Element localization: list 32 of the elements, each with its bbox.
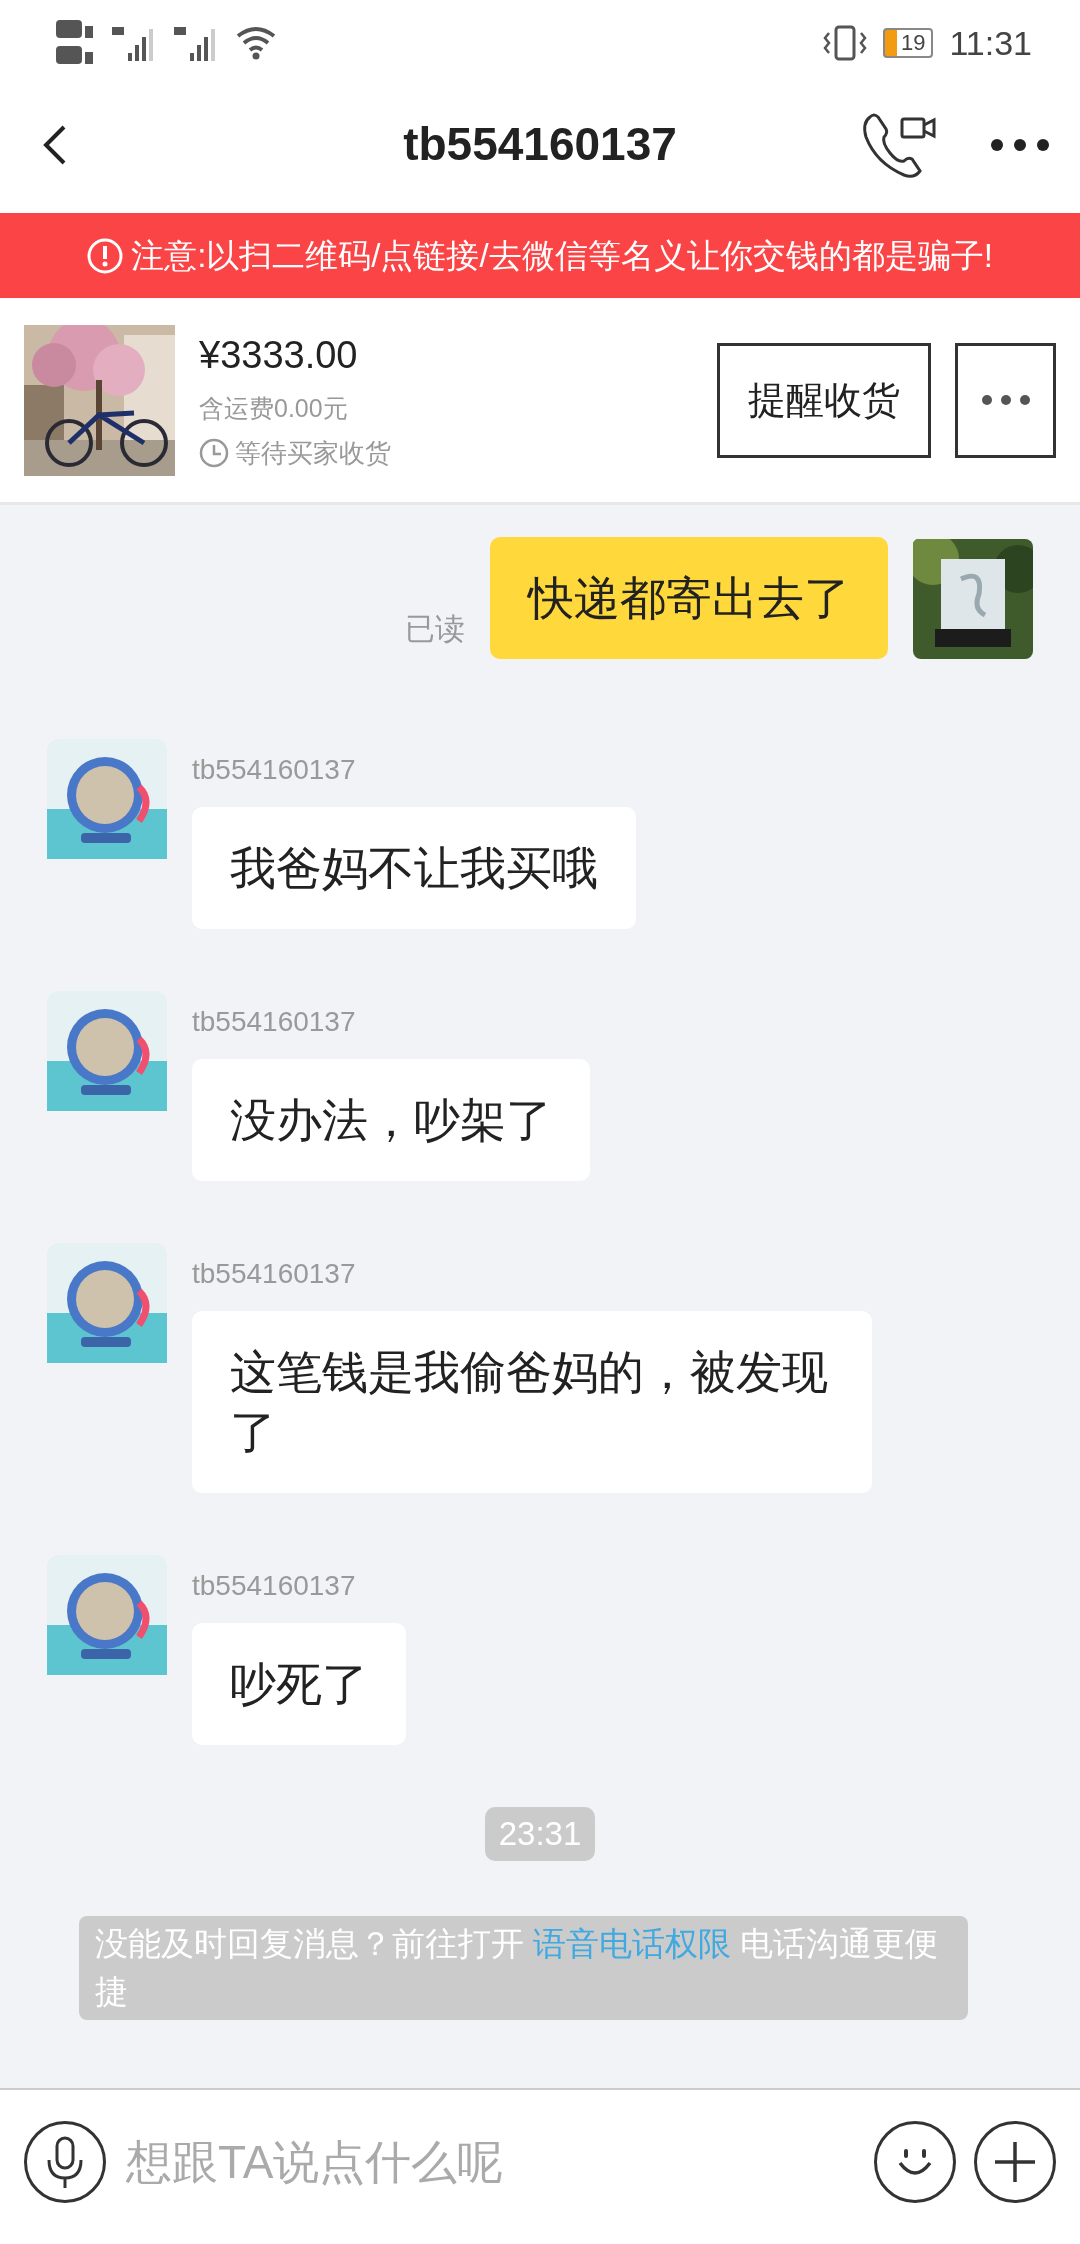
plus-icon [993,2140,1037,2184]
more-icon [980,394,1031,406]
sender-name: tb554160137 [192,1257,356,1291]
sender-name: tb554160137 [192,753,356,787]
message-bubble: 我爸妈不让我买哦 [192,807,636,929]
battery-level: 19 [882,28,934,58]
clock-icon [199,438,229,469]
message-bubble: 快递都寄出去了 [490,537,888,659]
shipping-fee-text: 含运费0.00元 [199,393,349,425]
order-status-text: 等待买家收货 [235,436,391,470]
read-receipt: 已读 [405,611,465,647]
wifi-icon [236,26,276,60]
message-input[interactable]: 想跟TA说点什么呢 [124,2126,856,2198]
message-bubble: 没办法，吵架了 [192,1059,590,1181]
sender-name: tb554160137 [192,1569,356,1603]
message-bubble: 吵死了 [192,1623,406,1745]
warning-text: 注意:以扫二维码/点链接/去微信等名义让你交钱的都是骗子! [131,235,993,276]
more-icon[interactable] [990,137,1050,152]
remind-button[interactable]: 提醒收货 [717,342,931,458]
avatar-icon[interactable] [47,1555,167,1675]
avatar-icon[interactable] [47,991,167,1111]
more-button[interactable] [955,342,1056,458]
sender-name: tb554160137 [192,1005,356,1039]
price-text: ¥3333.00 [199,333,359,379]
warning-icon [87,237,124,274]
vibrate-icon [822,25,867,61]
microphone-icon [45,2134,85,2190]
avatar-icon[interactable] [47,739,167,859]
message-bubble: 这笔钱是我偷爸妈的，被发现了 [192,1311,872,1493]
status-time: 11:31 [949,22,1032,64]
chat-title: tb554160137 [403,118,677,170]
avatar-icon[interactable] [47,1243,167,1363]
